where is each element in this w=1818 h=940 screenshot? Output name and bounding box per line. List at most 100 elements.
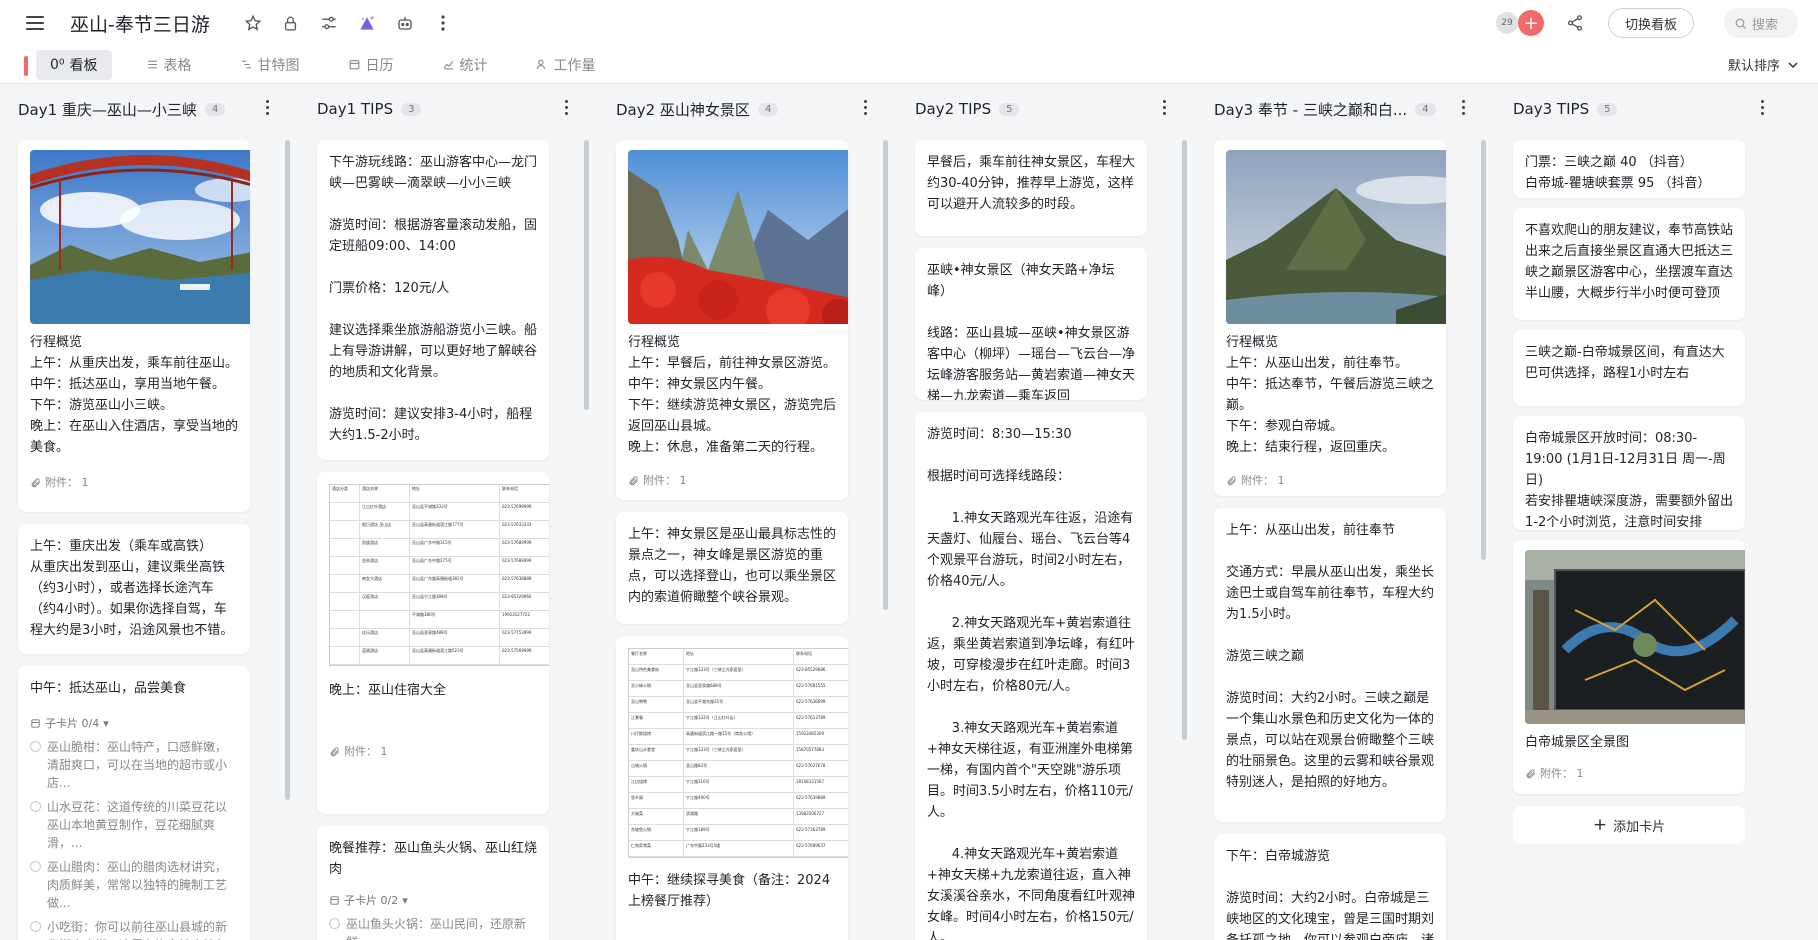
table-cell: 巫山县广东中路315号 xyxy=(410,539,500,557)
subcard-item[interactable]: 巫山腊肉：巫山的腊肉选材讲究，肉质鲜美，常常以独特的腌制工艺做... xyxy=(30,858,238,912)
table-cell xyxy=(330,629,360,647)
card[interactable]: 不喜欢爬山的朋友建议，奉节高铁站出来之后直接坐景区直通大巴抵达三峡之巅景区游客中… xyxy=(1513,208,1745,320)
card-text: 白帝城景区全景图 xyxy=(1525,735,1630,750)
add-member-button[interactable]: + xyxy=(1517,10,1544,36)
table-cell: 18108331567 xyxy=(794,777,848,793)
table-cell: 佳乐酒店 xyxy=(360,629,410,647)
table-cell: 巫山鸭鸭 xyxy=(629,697,684,713)
tab-label: 甘特图 xyxy=(257,57,300,74)
card[interactable]: 行程概览 上午：早餐后，前往神女景区游览。 中午：神女景区内午餐。 下午：继续游… xyxy=(616,140,848,500)
card[interactable]: 门票：三峡之巅 40 （抖音） 白帝城-瞿塘峡套票 95 （抖音） xyxy=(1513,140,1745,198)
card[interactable]: 酒店分类 酒店名称 地址 联系电话 江山红叶酒店 巫山县平湖路333号 023-576999… xyxy=(317,472,549,814)
card[interactable]: 早餐后，乘车前往神女景区，车程大约30-40分钟，推荐早上游览，这样可以避开人流… xyxy=(915,140,1147,236)
card-text: 下午：白帝城游览 游览时间：大约2小时。白帝城是三峡地区的文化瑰宝，曾是三国时期… xyxy=(1226,849,1435,940)
switch-board-button[interactable]: 切换看板 xyxy=(1607,8,1694,38)
column-more-icon[interactable] xyxy=(864,100,870,115)
column-scrollbar[interactable] xyxy=(883,140,888,610)
menu-icon[interactable] xyxy=(26,16,44,30)
card[interactable]: 下午：白帝城游览 游览时间：大约2小时。白帝城是三峡地区的文化瑰宝，曾是三国时期… xyxy=(1214,834,1446,940)
table-cell: 宁江路333号（三峡之光家居里） xyxy=(684,665,794,681)
star-icon[interactable] xyxy=(242,12,264,34)
attachment-label: 附件： 1 xyxy=(643,474,687,487)
table-header-cell: 地址 xyxy=(410,485,500,503)
subcard-item[interactable]: 巫山鱼头火锅：巫山民间，还原新鲜... xyxy=(329,915,537,940)
card[interactable]: 中午：抵达巫山，品尝美食 子卡片 0/4 ▾ 巫山脆柑：巫山特产，口感鲜嫩，清甜… xyxy=(18,666,250,940)
more-vertical-icon[interactable] xyxy=(432,12,454,34)
checkbox[interactable] xyxy=(30,801,41,812)
column-more-icon[interactable] xyxy=(1761,100,1767,115)
subcard-item[interactable]: 巫山脆柑：巫山特产，口感鲜嫩，清甜爽口，可以在当地的超市或小店... xyxy=(30,738,238,792)
column-more-icon[interactable] xyxy=(1163,100,1169,115)
search-icon xyxy=(1735,18,1746,29)
card[interactable]: 巫峡•神女景区（神女天路+净坛峰） 线路：巫山县城—巫峡•神女景区游客中心（柳坪… xyxy=(915,248,1147,400)
view-tabs: 0⁰ 看板 表格 甘特图 日历 统计 工作量 默认排序 xyxy=(0,46,1818,84)
table-cell: 13983506727 xyxy=(794,809,848,825)
checkbox[interactable] xyxy=(329,918,340,929)
paperclip-icon xyxy=(31,478,40,488)
subcard-icon xyxy=(330,896,339,905)
column-title[interactable]: Day2 TIPS xyxy=(915,100,991,118)
card[interactable]: 行程概览 上午：从巫山出发，前往奉节。 中午：抵达奉节，午餐后游览三峡之巅。 下… xyxy=(1214,140,1446,496)
filter-settings-icon[interactable] xyxy=(318,12,340,34)
column-title[interactable]: Day2 巫山神女景区 xyxy=(616,99,750,120)
card[interactable]: 三峡之巅-白帝城景区间，有直达大巴可供选择，路程1小时左右 xyxy=(1513,330,1745,406)
card[interactable]: 下午游玩线路：巫山游客中心—龙门峡—巴雾峡—滴翠峡—小小三峡 游览时间：根据游客… xyxy=(317,140,549,460)
subcard-summary[interactable]: 子卡片 0/2 ▾ xyxy=(329,890,537,911)
table-cell: 江边烧烤 xyxy=(629,777,684,793)
column-scrollbar[interactable] xyxy=(584,140,589,410)
member-count-avatar[interactable]: 29 xyxy=(1493,10,1520,36)
card[interactable]: 上午：神女景区是巫山最具标志性的景点之一，神女峰是景区游览的重点，可以选择登山，… xyxy=(616,512,848,624)
sort-dropdown[interactable]: 默认排序 xyxy=(1728,55,1798,74)
table-header-cell: 酒店名称 xyxy=(360,485,410,503)
column-day2-tips: Day2 TIPS 5 早餐后，乘车前往神女景区，车程大约30-40分钟，推荐早… xyxy=(915,84,1187,940)
tab-workload[interactable]: 工作量 xyxy=(522,50,610,80)
robot-icon[interactable] xyxy=(394,12,416,34)
card[interactable]: 游览时间：8:30—15:30 根据时间可选择线路段： 1.神女天路观光车往返，… xyxy=(915,412,1147,940)
subcard-item[interactable]: 小吃街：你可以前往巫山县城的新华街小吃街，这里有许多地方特色小... xyxy=(30,918,238,940)
column-scrollbar[interactable] xyxy=(285,140,290,800)
table-icon xyxy=(147,60,157,69)
column-more-icon[interactable] xyxy=(1462,100,1468,115)
subcard-item[interactable]: 山水豆花：这道传统的川菜豆花以巫山本地黄豆制作，豆花细腻爽滑，... xyxy=(30,798,238,852)
tab-kanban[interactable]: 0⁰ 看板 xyxy=(36,49,112,80)
card[interactable]: 白帝城景区全景图 附件： 1 xyxy=(1513,540,1745,794)
card[interactable]: 白帝城景区开放时间：08:30-19:00 (1月1日-12月31日 周一-周日… xyxy=(1513,416,1745,530)
search-input[interactable]: 搜索 xyxy=(1724,8,1798,38)
table-cell: 宁江路333号（三峡之光家居里） xyxy=(684,745,794,761)
add-card-button[interactable]: + 添加卡片 xyxy=(1513,806,1745,844)
checkbox[interactable] xyxy=(30,861,41,872)
table-cell: 023-57633333 xyxy=(500,521,549,539)
tab-statistics[interactable]: 统计 xyxy=(428,50,502,80)
column-title[interactable]: Day3 TIPS xyxy=(1513,100,1589,118)
tab-calendar[interactable]: 日历 xyxy=(334,50,408,80)
card[interactable]: 餐厅名称 地址 联系电话 巫山特色美食街 宁江路333号（三峡之光家居里） 023-855… xyxy=(616,636,848,940)
lock-icon[interactable] xyxy=(280,12,302,34)
card-text: 行程概览 上午：从巫山出发，前往奉节。 中午：抵达奉节，午餐后游览三峡之巅。 下… xyxy=(1226,335,1435,455)
tab-label: 看板 xyxy=(69,57,98,74)
magic-hat-icon[interactable] xyxy=(356,12,378,34)
subcard-summary[interactable]: 子卡片 0/4 ▾ xyxy=(30,713,238,734)
column-more-icon[interactable] xyxy=(266,100,272,115)
card[interactable]: 晚餐推荐：巫山鱼头火锅、巫山红烧肉 子卡片 0/2 ▾ 巫山鱼头火锅：巫山民间，… xyxy=(317,826,549,940)
card[interactable]: 行程概览 上午：从重庆出发，乘车前往巫山。 中午：抵达巫山，享用当地午餐。 下午… xyxy=(18,140,250,512)
table-cell: 15923485309 xyxy=(794,729,848,745)
table-cell: 巫山县高唐街道滨江路777号 xyxy=(410,521,500,539)
checkbox[interactable] xyxy=(30,741,41,752)
tab-table[interactable]: 表格 xyxy=(132,50,206,80)
column-scrollbar[interactable] xyxy=(1481,140,1486,560)
column-header: Day1 重庆—巫山—小三峡 4 xyxy=(18,96,276,122)
card[interactable]: 上午：从巫山出发，前往奉节 交通方式：早晨从巫山出发，乘坐长途巴士或自驾车前往奉… xyxy=(1214,508,1446,822)
share-icon[interactable] xyxy=(1564,12,1586,34)
tab-gantt[interactable]: 甘特图 xyxy=(226,50,314,80)
column-title[interactable]: Day3 奉节 - 三峡之巅和白... xyxy=(1214,99,1407,120)
table-cell: 023-85529686 xyxy=(794,665,848,681)
column-more-icon[interactable] xyxy=(565,100,571,115)
board-title[interactable]: 巫山-奉节三日游 xyxy=(70,10,210,37)
table-cell xyxy=(330,647,360,665)
column-scrollbar[interactable] xyxy=(1182,140,1187,740)
table-cell: 巫山县广东路高唐街道382号 xyxy=(410,575,500,593)
column-title[interactable]: Day1 重庆—巫山—小三峡 xyxy=(18,99,197,120)
card[interactable]: 上午：重庆出发（乘车或高铁） 从重庆出发到巫山，建议乘坐高铁（约3小时），或者选… xyxy=(18,524,250,654)
column-title[interactable]: Day1 TIPS xyxy=(317,100,393,118)
checkbox[interactable] xyxy=(30,921,41,932)
